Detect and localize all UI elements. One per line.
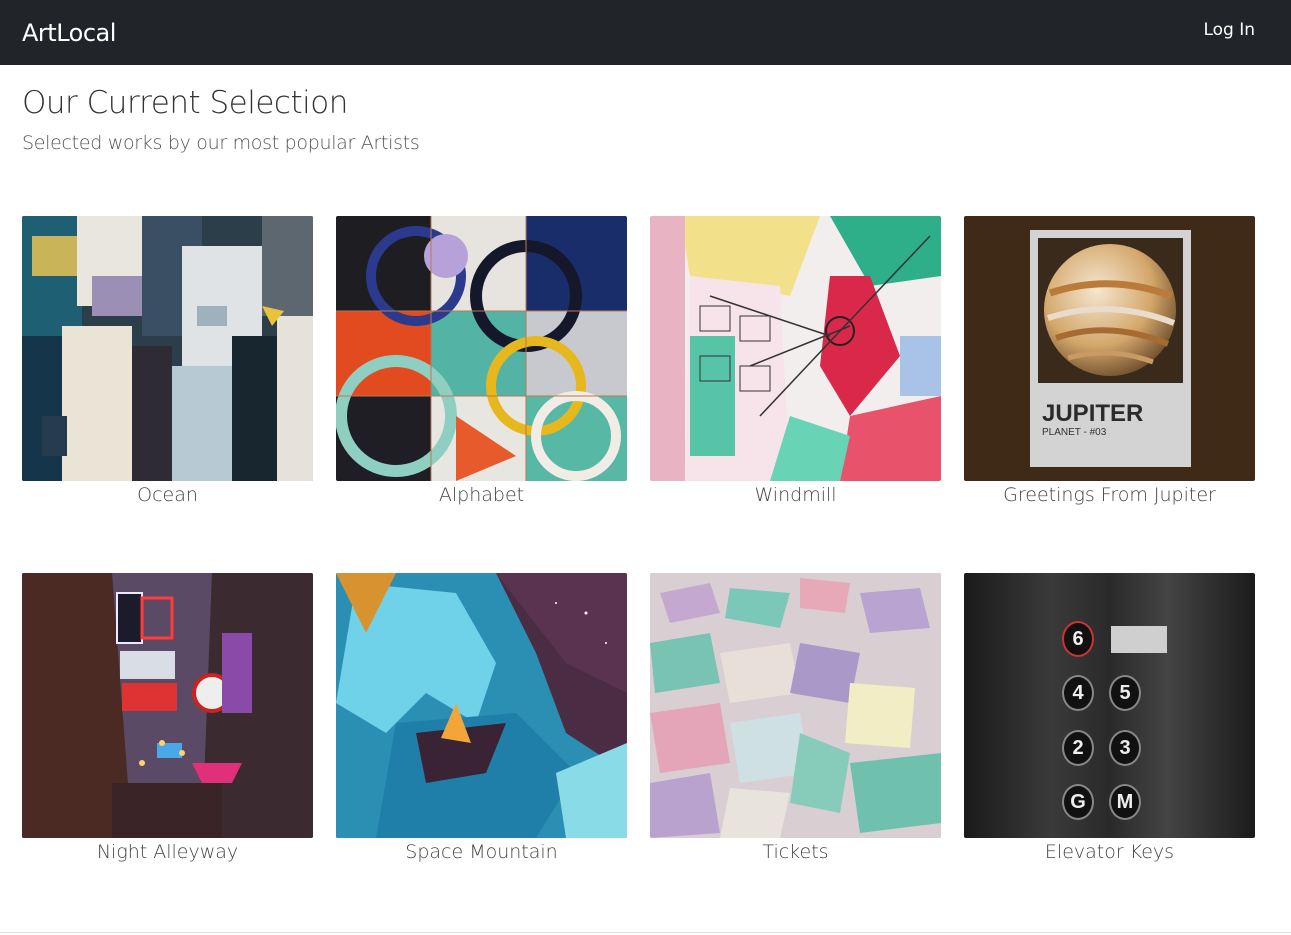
- artwork-card-tickets[interactable]: Tickets: [650, 573, 941, 864]
- poster-inner: [1038, 238, 1183, 383]
- elevator-button: M: [1109, 784, 1141, 820]
- display-window: [1111, 626, 1167, 653]
- artwork-grid: Ocean Alphabet Windmill JUPITER PLANET -…: [22, 216, 1256, 864]
- elevator-button: 4: [1062, 675, 1094, 711]
- artwork-card-elevator-keys[interactable]: 6 4 5 2 3 G M Elevator Keys: [964, 573, 1255, 864]
- page-title: Our Current Selection: [22, 85, 348, 121]
- artwork-card-ocean[interactable]: Ocean: [22, 216, 313, 507]
- elevator-button: 5: [1109, 675, 1141, 711]
- artwork-card-windmill[interactable]: Windmill: [650, 216, 941, 507]
- artwork-title[interactable]: Space Mountain: [336, 840, 627, 864]
- elevator-button: 6: [1062, 621, 1094, 657]
- poster-title: JUPITER: [1042, 400, 1144, 427]
- artwork-title[interactable]: Night Alleyway: [22, 840, 313, 864]
- neon-alley-photo[interactable]: [22, 573, 313, 838]
- artwork-title[interactable]: Ocean: [22, 483, 313, 507]
- poster-frame: JUPITER PLANET - #03: [1030, 230, 1191, 467]
- login-link[interactable]: Log In: [1203, 20, 1255, 40]
- brand-logo-link[interactable]: ArtLocal: [22, 19, 116, 47]
- artwork-title[interactable]: Windmill: [650, 483, 941, 507]
- elevator-button: 2: [1062, 730, 1094, 766]
- abstract-painting-image[interactable]: [22, 216, 313, 481]
- top-navbar: ArtLocal Log In: [0, 0, 1291, 65]
- blue-rock-arch-image[interactable]: [336, 573, 627, 838]
- artwork-title[interactable]: Alphabet: [336, 483, 627, 507]
- artwork-card-greetings-from-jupiter[interactable]: JUPITER PLANET - #03 Greetings From Jupi…: [964, 216, 1255, 507]
- artwork-card-space-mountain[interactable]: Space Mountain: [336, 573, 627, 864]
- elevator-button: 3: [1109, 730, 1141, 766]
- geometric-circles-image[interactable]: [336, 216, 627, 481]
- artwork-card-alphabet[interactable]: Alphabet: [336, 216, 627, 507]
- artwork-title[interactable]: Elevator Keys: [964, 840, 1255, 864]
- artwork-title[interactable]: Greetings From Jupiter: [964, 483, 1255, 507]
- footer-divider: [0, 932, 1291, 933]
- artwork-card-night-alleyway[interactable]: Night Alleyway: [22, 573, 313, 864]
- windmill-illustration-image[interactable]: [650, 216, 941, 481]
- page-subtitle: Selected works by our most popular Artis…: [22, 132, 420, 154]
- artwork-title[interactable]: Tickets: [650, 840, 941, 864]
- paper-scraps-photo[interactable]: [650, 573, 941, 838]
- jupiter-poster-image[interactable]: JUPITER PLANET - #03: [964, 216, 1255, 481]
- poster-subtitle: PLANET - #03: [1042, 427, 1107, 438]
- page-header: Our Current Selection Selected works by …: [0, 65, 1291, 154]
- elevator-button: G: [1062, 784, 1094, 820]
- elevator-buttons-photo[interactable]: 6 4 5 2 3 G M: [964, 573, 1255, 838]
